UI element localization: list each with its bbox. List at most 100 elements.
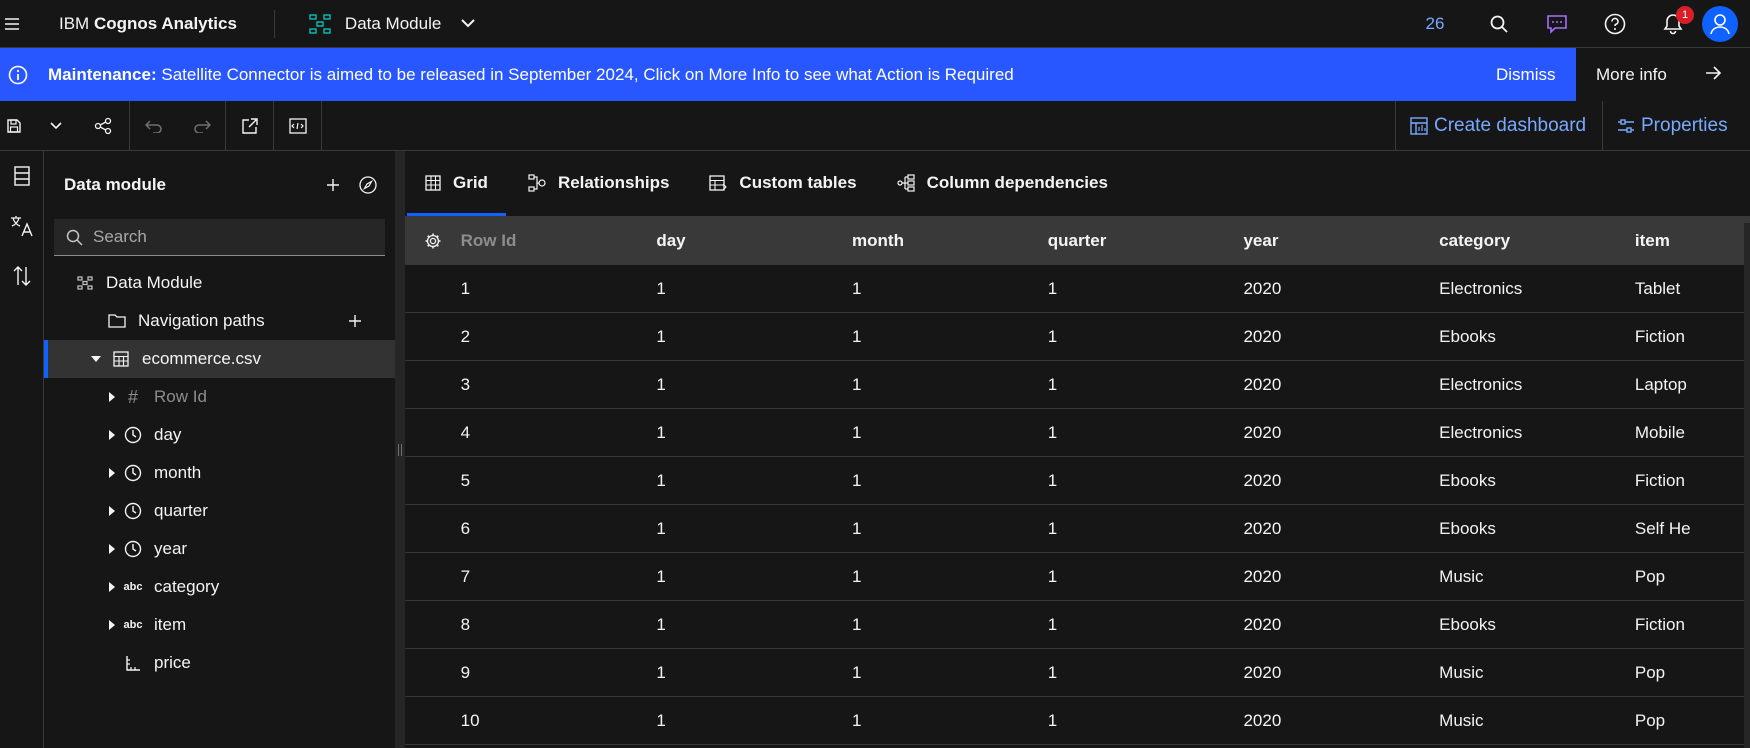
table-cell[interactable]: 1 — [656, 423, 852, 443]
sort-icon[interactable] — [0, 251, 44, 301]
table-cell[interactable]: 7 — [461, 567, 657, 587]
column-header-category[interactable]: category — [1439, 231, 1635, 251]
table-cell[interactable]: 3 — [461, 375, 657, 395]
column-header-month[interactable]: month — [852, 231, 1048, 251]
table-cell[interactable]: Fiction — [1635, 471, 1750, 491]
table-cell[interactable]: 1 — [1048, 471, 1244, 491]
table-cell[interactable]: 2020 — [1243, 567, 1439, 587]
tab-grid[interactable]: Grid — [405, 150, 508, 216]
activity-count[interactable]: 26 — [1410, 14, 1460, 34]
caret-right-icon[interactable] — [102, 544, 122, 554]
table-cell[interactable]: 1 — [1048, 423, 1244, 443]
vertical-scrollbar[interactable] — [1744, 223, 1750, 748]
table-row[interactable]: 1 1 1 1 2020 Electronics Tablet — [405, 265, 1750, 313]
table-cell[interactable]: 10 — [461, 711, 657, 731]
properties-button[interactable]: Properties — [1617, 101, 1728, 151]
table-cell[interactable]: 1 — [852, 567, 1048, 587]
user-avatar-icon[interactable] — [1702, 6, 1738, 42]
tree-column-category[interactable]: abc category — [44, 568, 395, 606]
table-cell[interactable]: 1 — [852, 327, 1048, 347]
table-cell[interactable]: Ebooks — [1439, 615, 1635, 635]
table-row[interactable]: 6 1 1 1 2020 Ebooks Self He — [405, 505, 1750, 553]
caret-down-icon[interactable] — [86, 356, 106, 362]
table-cell[interactable]: Music — [1439, 567, 1635, 587]
table-cell[interactable]: 1 — [852, 375, 1048, 395]
table-cell[interactable]: 1 — [852, 711, 1048, 731]
table-row[interactable]: 10 1 1 1 2020 Music Pop — [405, 697, 1750, 745]
table-cell[interactable]: Fiction — [1635, 327, 1750, 347]
panel-resize-handle[interactable] — [395, 151, 405, 748]
launch-icon[interactable] — [226, 101, 274, 151]
tree-column-item[interactable]: abc item — [44, 606, 395, 644]
caret-right-icon[interactable] — [102, 582, 122, 592]
table-cell[interactable]: Laptop — [1635, 375, 1750, 395]
add-icon[interactable] — [321, 173, 345, 197]
table-cell[interactable]: Music — [1439, 711, 1635, 731]
table-cell[interactable]: 1 — [656, 375, 852, 395]
table-cell[interactable]: 4 — [461, 423, 657, 443]
table-cell[interactable]: Electronics — [1439, 279, 1635, 299]
table-cell[interactable]: 1 — [656, 327, 852, 347]
table-cell[interactable]: Electronics — [1439, 423, 1635, 443]
table-cell[interactable]: Ebooks — [1439, 519, 1635, 539]
table-cell[interactable]: 2020 — [1243, 519, 1439, 539]
table-cell[interactable]: 8 — [461, 615, 657, 635]
table-cell[interactable]: 1 — [461, 279, 657, 299]
tree-column-year[interactable]: year — [44, 530, 395, 568]
table-cell[interactable]: Fiction — [1635, 615, 1750, 635]
validate-icon[interactable] — [274, 101, 322, 151]
column-header-day[interactable]: day — [656, 231, 852, 251]
table-cell[interactable]: 9 — [461, 663, 657, 683]
tree-item-navigation-paths[interactable]: Navigation paths — [44, 302, 395, 340]
add-navigation-path-icon[interactable] — [349, 315, 361, 327]
table-cell[interactable]: Pop — [1635, 711, 1750, 731]
table-cell[interactable]: 1 — [852, 471, 1048, 491]
share-icon[interactable] — [79, 101, 127, 151]
table-cell[interactable]: 1 — [1048, 327, 1244, 347]
save-icon[interactable] — [0, 101, 28, 151]
redo-icon[interactable] — [178, 101, 226, 151]
search-icon[interactable] — [1470, 0, 1528, 48]
table-cell[interactable]: 2020 — [1243, 327, 1439, 347]
table-cell[interactable]: 5 — [461, 471, 657, 491]
table-cell[interactable]: Mobile — [1635, 423, 1750, 443]
chevron-down-icon[interactable] — [461, 19, 476, 28]
caret-right-icon[interactable] — [102, 392, 122, 402]
table-cell[interactable]: Music — [1439, 663, 1635, 683]
table-cell[interactable]: 1 — [656, 519, 852, 539]
table-row[interactable]: 7 1 1 1 2020 Music Pop — [405, 553, 1750, 601]
search-input[interactable] — [93, 227, 373, 247]
tree-column-day[interactable]: day — [44, 416, 395, 454]
tree-column-row-id[interactable]: # Row Id — [44, 378, 395, 416]
table-cell[interactable]: 1 — [852, 615, 1048, 635]
table-cell[interactable]: 1 — [656, 663, 852, 683]
table-cell[interactable]: 1 — [1048, 519, 1244, 539]
tab-relationships[interactable]: Relationships — [508, 150, 689, 216]
table-cell[interactable]: 1 — [656, 615, 852, 635]
create-dashboard-button[interactable]: Create dashboard — [1410, 101, 1586, 151]
compass-icon[interactable] — [356, 173, 380, 197]
save-menu-chevron-icon[interactable] — [32, 101, 80, 151]
table-cell[interactable]: 1 — [1048, 663, 1244, 683]
table-cell[interactable]: 6 — [461, 519, 657, 539]
help-icon[interactable] — [1586, 0, 1644, 48]
tree-column-price[interactable]: price — [44, 644, 395, 682]
table-cell[interactable]: 1 — [656, 279, 852, 299]
more-info-button[interactable]: More info — [1576, 48, 1750, 101]
column-header-year[interactable]: year — [1243, 231, 1439, 251]
tree-column-month[interactable]: month — [44, 454, 395, 492]
table-cell[interactable]: 1 — [1048, 711, 1244, 731]
table-cell[interactable]: 2020 — [1243, 375, 1439, 395]
table-cell[interactable]: Tablet — [1635, 279, 1750, 299]
table-cell[interactable]: 1 — [656, 471, 852, 491]
notification-icon[interactable]: 1 — [1644, 0, 1702, 48]
caret-right-icon[interactable] — [102, 468, 122, 478]
tab-column-dependencies[interactable]: Column dependencies — [877, 150, 1128, 216]
caret-right-icon[interactable] — [102, 620, 122, 630]
translate-icon[interactable] — [0, 201, 44, 251]
tab-custom-tables[interactable]: Custom tables — [689, 150, 876, 216]
tree-column-quarter[interactable]: quarter — [44, 492, 395, 530]
module-switcher[interactable]: Data Module — [309, 0, 476, 48]
tree-root-data-module[interactable]: Data Module — [44, 264, 395, 302]
table-row[interactable]: 4 1 1 1 2020 Electronics Mobile — [405, 409, 1750, 457]
